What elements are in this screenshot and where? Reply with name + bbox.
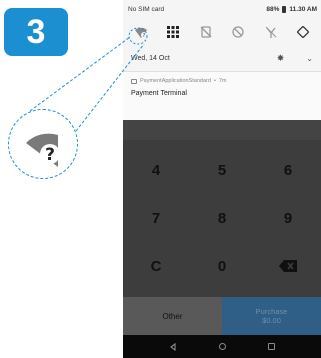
- date-label: Wed, 14 Oct: [131, 55, 170, 62]
- back-icon[interactable]: [169, 338, 177, 356]
- keypad-top-row-shadow: [123, 120, 321, 140]
- date-row: Wed, 14 Oct ✸ ⌄: [123, 46, 321, 72]
- phone-screen: No SIM card 88% 11.30 AM ? Wed, 14 Oct ✸…: [123, 0, 321, 358]
- wifi-question-callout: ?: [8, 109, 78, 179]
- notification-age: 7m: [218, 78, 227, 84]
- notification-card[interactable]: PaymentApplicationStandard • 7m Payment …: [123, 72, 321, 120]
- key-0[interactable]: 0: [189, 243, 255, 289]
- key-4[interactable]: 4: [123, 147, 189, 193]
- key-5[interactable]: 5: [189, 147, 255, 193]
- clock: 11.30 AM: [289, 5, 317, 13]
- purchase-button[interactable]: Purchase $0.00: [222, 297, 321, 335]
- chevron-down-icon[interactable]: ⌄: [306, 54, 313, 63]
- battery-percent: 88%: [266, 5, 280, 13]
- status-bar: No SIM card 88% 11.30 AM: [123, 0, 321, 18]
- notification-title: Payment Terminal: [131, 90, 187, 97]
- rotate-icon[interactable]: [295, 24, 311, 40]
- purchase-label: Purchase: [255, 307, 288, 316]
- key-7[interactable]: 7: [123, 195, 189, 241]
- key-9[interactable]: 9: [255, 195, 321, 241]
- carrier-label: No SIM card: [128, 5, 165, 13]
- no-notifications-icon[interactable]: [198, 24, 214, 40]
- home-icon[interactable]: [219, 343, 226, 350]
- wifi-question-icon: ?: [26, 133, 60, 167]
- dnd-icon[interactable]: [230, 24, 246, 40]
- other-button[interactable]: Other: [123, 297, 222, 335]
- keypad: 4 5 6 7 8 9 C 0 Other Purchase $0.00: [123, 120, 321, 358]
- navigation-bar: [123, 335, 321, 358]
- step-number-badge: 3: [4, 8, 68, 56]
- purchase-amount: $0.00: [262, 316, 281, 325]
- key-clear[interactable]: C: [123, 243, 189, 289]
- recent-apps-icon[interactable]: [268, 343, 275, 350]
- gear-icon[interactable]: ✸: [277, 53, 285, 64]
- quick-settings-row: ?: [123, 18, 321, 46]
- svg-text:?: ?: [143, 33, 146, 39]
- key-8[interactable]: 8: [189, 195, 255, 241]
- wifi-question-icon[interactable]: ?: [133, 24, 149, 40]
- app-icon: [131, 78, 137, 84]
- svg-text:?: ?: [45, 145, 55, 165]
- key-6[interactable]: 6: [255, 147, 321, 193]
- backspace-icon[interactable]: [255, 243, 321, 289]
- notification-app-name: PaymentApplicationStandard: [140, 78, 211, 84]
- battery-icon: [282, 5, 287, 13]
- no-data-icon[interactable]: [263, 24, 279, 40]
- grid-icon[interactable]: [165, 24, 181, 40]
